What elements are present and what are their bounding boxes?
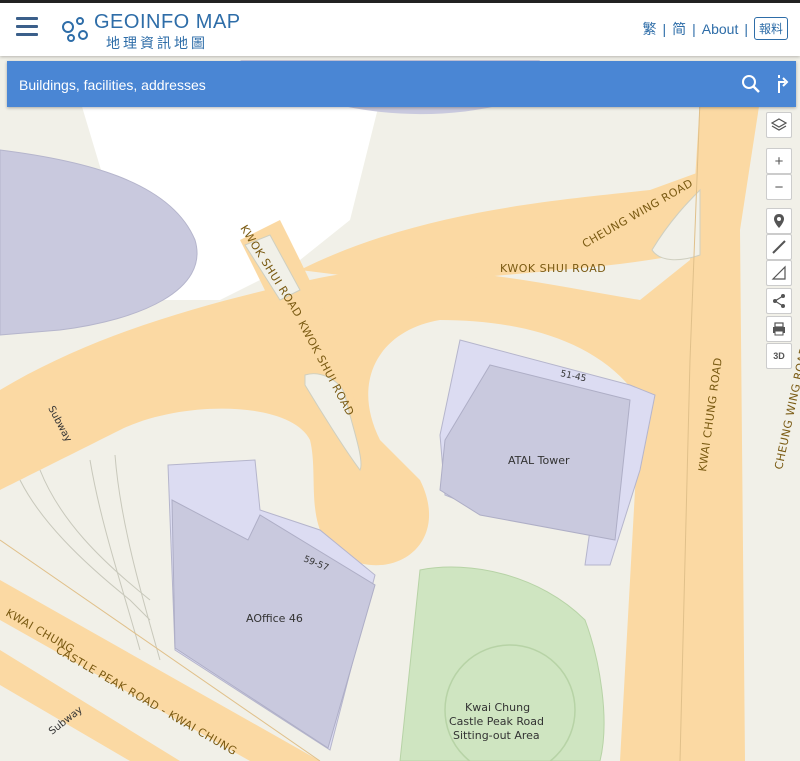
share-icon [773, 294, 785, 308]
location-pin-icon [774, 214, 784, 228]
park-label-line1: Kwai Chung [465, 701, 530, 714]
printer-icon [773, 322, 785, 336]
logo-subtitle: 地理資訊地圖 [106, 36, 208, 52]
layers-icon [771, 118, 787, 131]
about-link[interactable]: About [702, 21, 739, 37]
report-button[interactable]: 報料 [753, 17, 788, 40]
area-icon [771, 265, 786, 280]
ruler-icon [772, 240, 786, 254]
building-label-atal-tower[interactable]: ATAL Tower [508, 454, 570, 467]
road-label-kwok-shui-3: KWOK SHUI ROAD [500, 262, 606, 275]
search-bar [7, 61, 796, 107]
lang-simplified[interactable]: 简 [672, 19, 686, 39]
building-label-aoffice[interactable]: AOffice 46 [246, 612, 303, 625]
language-menu: 繁 | 简 | About | 報料 [642, 17, 788, 40]
layers-button[interactable] [766, 112, 792, 138]
geoinfo-logo[interactable]: GEOINFO MAP 地理資訊地圖 [60, 9, 240, 53]
measure-button[interactable] [766, 234, 792, 260]
zoom-out-button[interactable]: − [766, 174, 792, 200]
park-label-line3: Sitting-out Area [453, 729, 540, 742]
logo-circles-icon [62, 17, 88, 42]
print-button[interactable] [766, 316, 792, 342]
search-icon[interactable] [739, 72, 763, 96]
search-input[interactable] [17, 69, 701, 101]
3d-view-button[interactable]: 3D [766, 343, 792, 369]
share-button[interactable] [766, 288, 792, 314]
park-label-line2: Castle Peak Road [449, 715, 544, 728]
location-pin-button[interactable] [766, 208, 792, 234]
lang-traditional[interactable]: 繁 [642, 19, 656, 39]
area-button[interactable] [766, 260, 792, 286]
zoom-in-button[interactable]: + [766, 148, 792, 174]
directions-icon[interactable] [769, 72, 793, 96]
menu-icon[interactable] [16, 17, 38, 37]
top-bar: GEOINFO MAP 地理資訊地圖 繁 | 简 | About | 報料 [0, 0, 800, 56]
map-canvas[interactable]: KWOK SHUI ROAD KWOK SHUI ROAD KWOK SHUI … [0, 0, 800, 761]
logo-title: GEOINFO MAP [94, 11, 241, 33]
